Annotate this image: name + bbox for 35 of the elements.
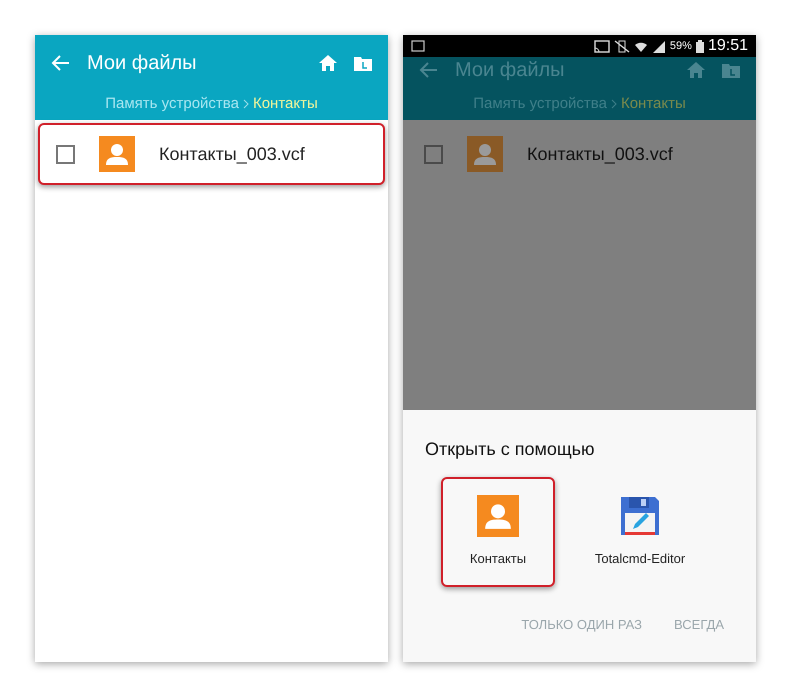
file-row[interactable]: Контакты_003.vcf bbox=[38, 123, 385, 185]
contact-icon bbox=[477, 495, 519, 538]
home-icon[interactable] bbox=[686, 61, 706, 79]
screen-title: Мои файлы bbox=[87, 51, 198, 76]
breadcrumb-item[interactable]: Контакты bbox=[620, 93, 686, 116]
app-choice[interactable]: Контакты bbox=[441, 477, 555, 587]
back-arrow-icon[interactable] bbox=[51, 53, 71, 73]
sheet-title: Открыть с помощью bbox=[425, 438, 596, 461]
back-arrow-icon[interactable] bbox=[419, 60, 439, 80]
app-name: Контакты bbox=[470, 550, 526, 568]
battery-icon bbox=[696, 40, 704, 52]
floppy-disk-pencil-icon bbox=[619, 495, 661, 538]
checkbox[interactable] bbox=[56, 144, 75, 164]
screen-title: Мои файлы bbox=[455, 58, 566, 83]
signal-icon bbox=[652, 40, 666, 52]
breadcrumb-item[interactable]: Память устройства bbox=[105, 93, 239, 116]
vibrate-mute-icon bbox=[614, 40, 630, 52]
clock: 19:51 bbox=[708, 36, 748, 56]
app-choice[interactable]: Totalcmd-Editor bbox=[583, 477, 697, 587]
breadcrumb-item[interactable]: Память устройства bbox=[473, 93, 607, 116]
home-icon[interactable] bbox=[318, 54, 338, 72]
file-row[interactable]: Контакты_003.vcf bbox=[406, 123, 753, 185]
breadcrumb-item[interactable]: Контакты bbox=[252, 93, 318, 116]
contact-icon bbox=[99, 136, 135, 172]
folder-upload-icon[interactable] bbox=[354, 55, 372, 71]
battery-percent: 59% bbox=[670, 38, 692, 54]
folder-upload-icon[interactable] bbox=[722, 62, 740, 78]
contact-icon bbox=[467, 136, 503, 172]
chevron-icon bbox=[610, 99, 617, 110]
file-name: Контакты_003.vcf bbox=[159, 142, 305, 166]
wifi-icon bbox=[634, 40, 648, 52]
checkbox[interactable] bbox=[424, 144, 443, 164]
file-name: Контакты_003.vcf bbox=[527, 142, 673, 166]
chevron-icon bbox=[242, 99, 249, 110]
app-name: Totalcmd-Editor bbox=[594, 550, 686, 568]
